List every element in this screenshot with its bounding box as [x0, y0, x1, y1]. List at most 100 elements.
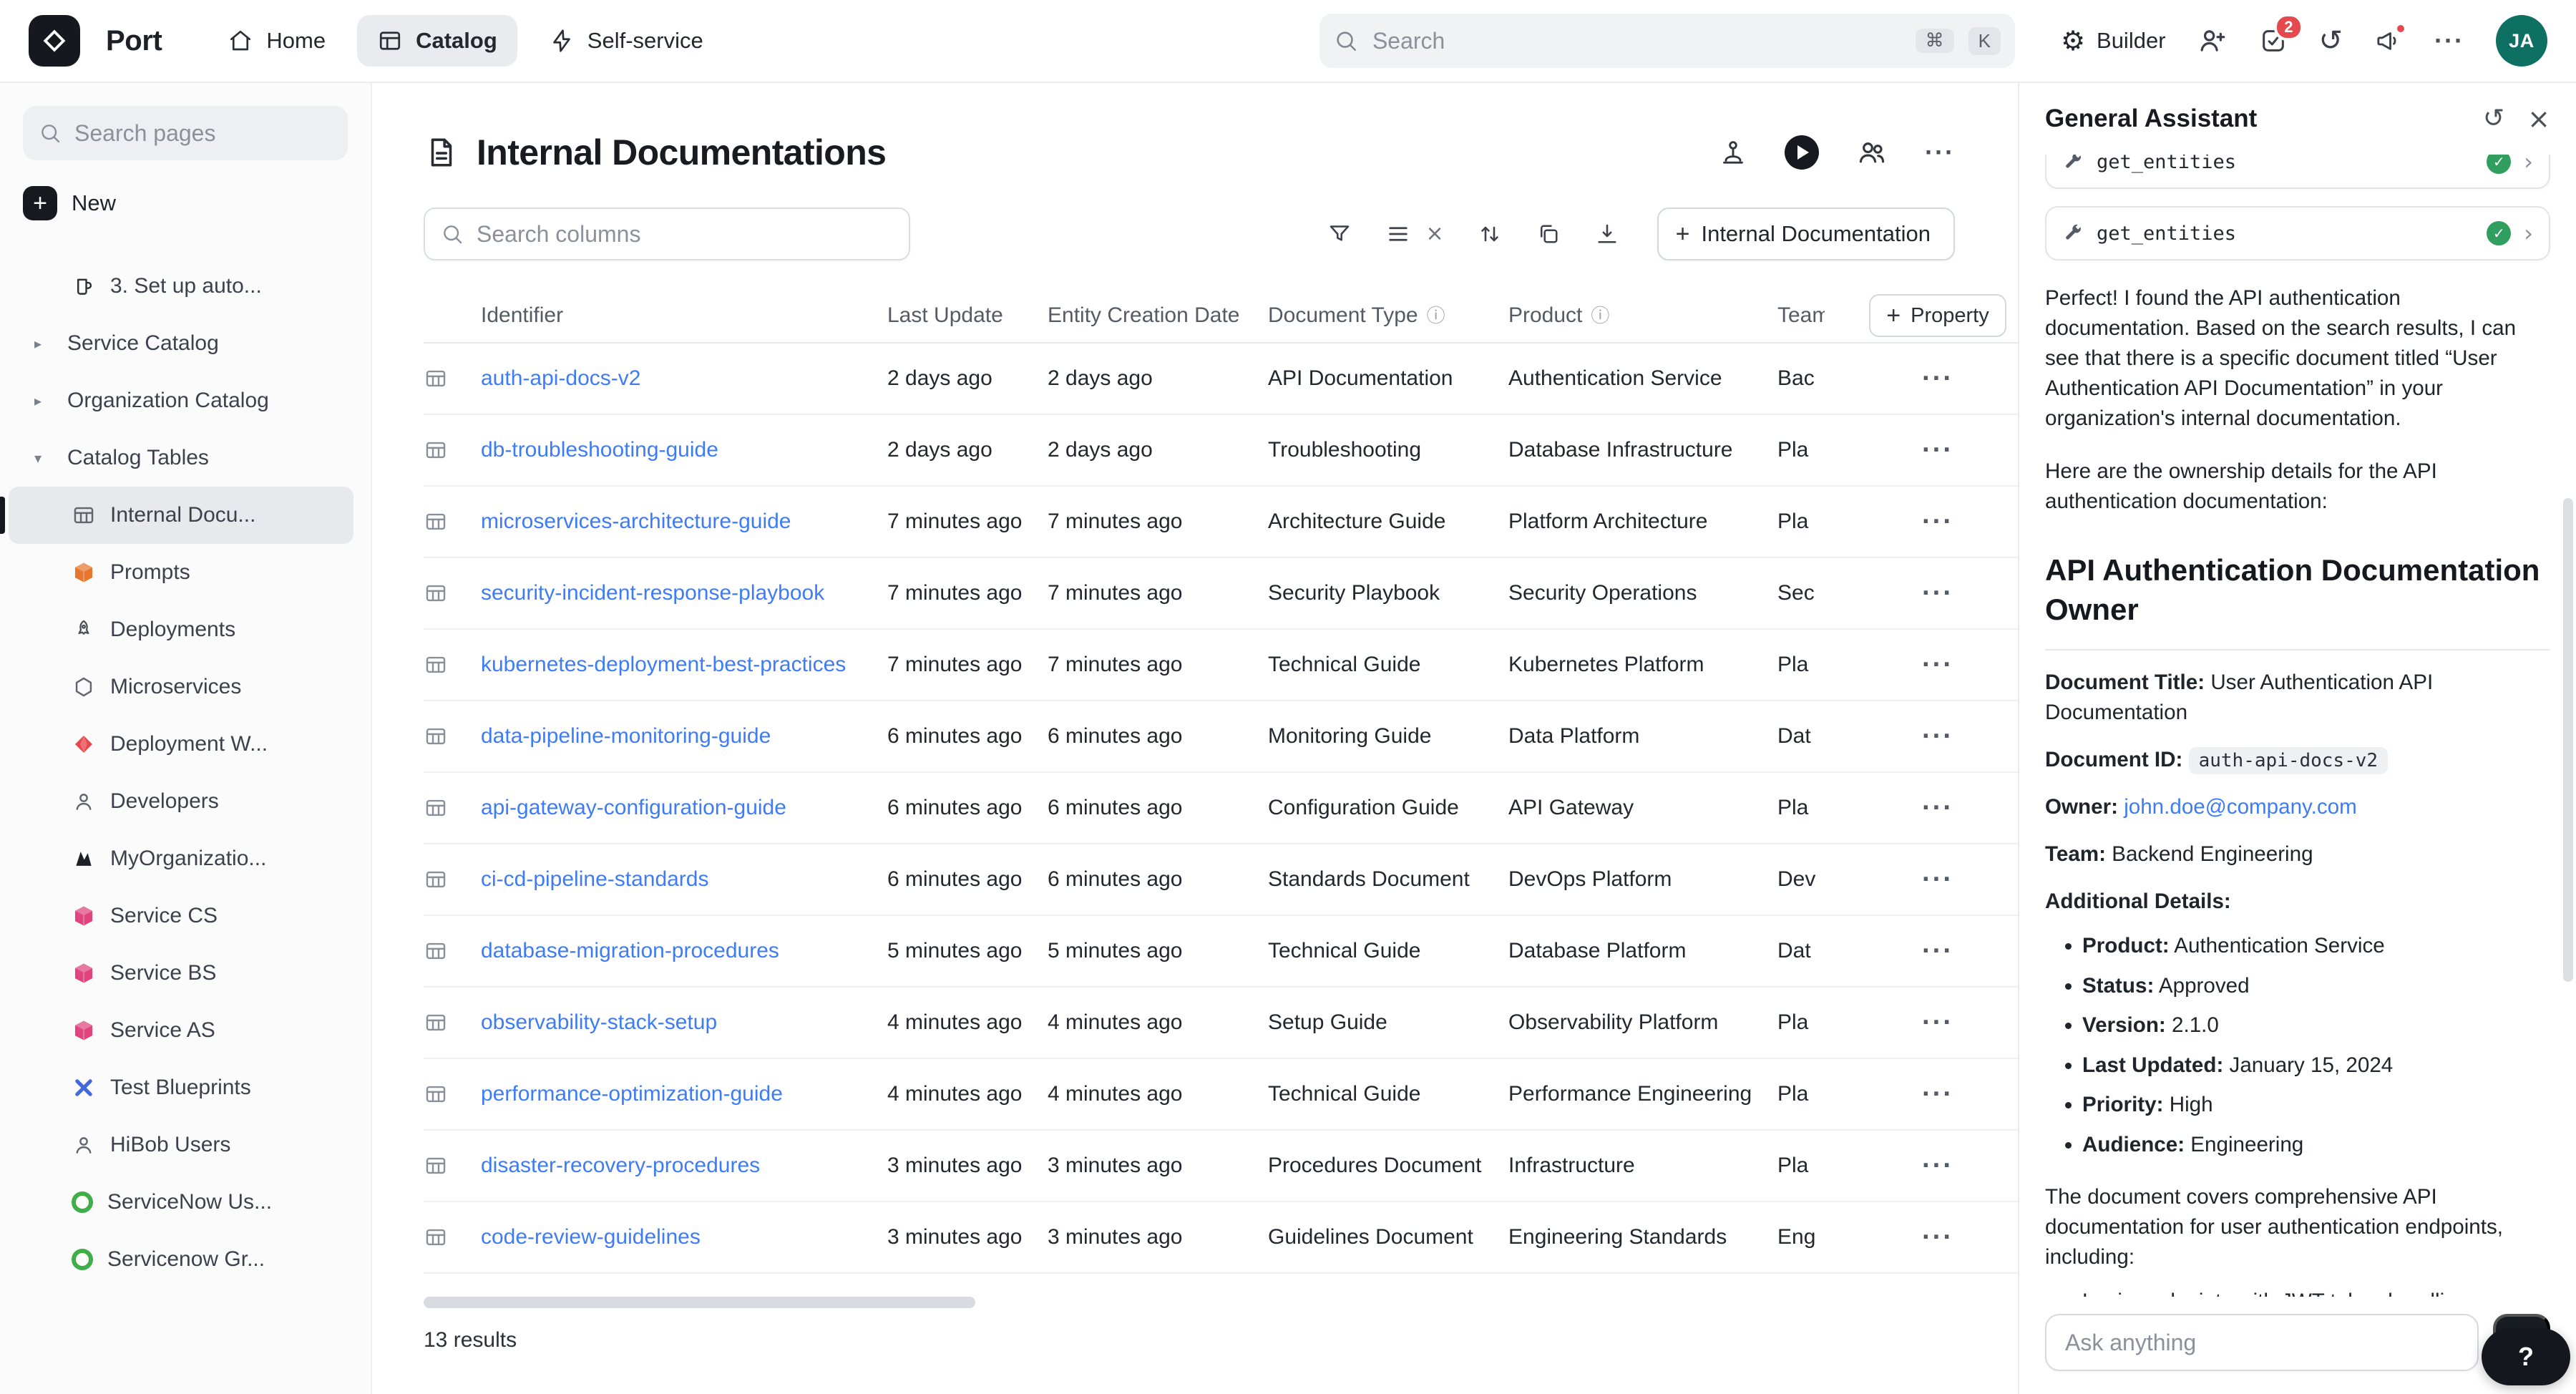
header-product[interactable]: Productⓘ: [1508, 303, 1777, 328]
list-view-icon[interactable]: [1385, 221, 1411, 247]
sidebar-item-developers[interactable]: Developers: [9, 773, 353, 830]
page-more-icon[interactable]: ···: [1925, 140, 1955, 165]
row-actions-button[interactable]: ···: [1922, 1081, 1953, 1108]
table-row[interactable]: data-pipeline-monitoring-guide 6 minutes…: [424, 701, 2018, 773]
sidebar-item-servicenow-users[interactable]: ServiceNow Us...: [9, 1174, 353, 1231]
tab-self-service[interactable]: Self-service: [529, 15, 723, 67]
sidebar-search[interactable]: [23, 106, 348, 160]
sidebar-item-test-blueprints[interactable]: Test Blueprints: [9, 1059, 353, 1116]
sidebar-group-service-catalog[interactable]: ▸ Service Catalog: [9, 315, 353, 372]
row-actions-button[interactable]: ···: [1922, 365, 1953, 392]
table-row[interactable]: performance-optimization-guide 4 minutes…: [424, 1059, 2018, 1131]
create-entity-button[interactable]: + Internal Documentation: [1657, 208, 1955, 260]
row-actions-button[interactable]: ···: [1922, 1152, 1953, 1179]
entity-identifier-link[interactable]: observability-stack-setup: [481, 1010, 717, 1034]
entity-identifier-link[interactable]: database-migration-procedures: [481, 939, 779, 962]
sidebar-group-catalog-tables[interactable]: ▾ Catalog Tables: [9, 429, 353, 487]
entity-identifier-link[interactable]: performance-optimization-guide: [481, 1082, 783, 1106]
sidebar-item-servicenow-groups[interactable]: Servicenow Gr...: [9, 1231, 353, 1288]
entity-identifier-link[interactable]: data-pipeline-monitoring-guide: [481, 724, 771, 748]
header-identifier[interactable]: Identifier: [481, 303, 887, 328]
table-row[interactable]: observability-stack-setup 4 minutes ago …: [424, 988, 2018, 1059]
sidebar-item-hibob-users[interactable]: HiBob Users: [9, 1116, 353, 1174]
ask-anything-input[interactable]: [2065, 1330, 2459, 1356]
tool-call-chip[interactable]: get_entities ✓ ›: [2045, 155, 2550, 189]
port-logo[interactable]: [29, 15, 80, 67]
sidebar-item-service-as[interactable]: Service AS: [9, 1002, 353, 1059]
download-icon[interactable]: [1594, 221, 1620, 247]
tasks-icon[interactable]: 2: [2259, 26, 2288, 55]
global-search-input[interactable]: [1372, 28, 1901, 54]
table-row[interactable]: auth-api-docs-v2 2 days ago 2 days ago A…: [424, 343, 2018, 415]
column-search-input[interactable]: [477, 221, 893, 248]
clear-view-icon[interactable]: ×: [1425, 223, 1443, 245]
header-team[interactable]: Team: [1777, 303, 1825, 328]
entity-identifier-link[interactable]: disaster-recovery-procedures: [481, 1154, 760, 1177]
history-icon[interactable]: ↺: [2319, 26, 2343, 55]
sidebar-item-service-bs[interactable]: Service BS: [9, 945, 353, 1002]
panel-scrollbar-thumb[interactable]: [2563, 498, 2573, 982]
table-row[interactable]: ci-cd-pipeline-standards 6 minutes ago 6…: [424, 844, 2018, 916]
table-row[interactable]: kubernetes-deployment-best-practices 7 m…: [424, 630, 2018, 701]
sidebar-item-myorganization[interactable]: MyOrganizatio...: [9, 830, 353, 887]
sidebar-item-deployments[interactable]: Deployments: [9, 601, 353, 658]
sidebar-item-microservices[interactable]: Microservices: [9, 658, 353, 716]
entity-identifier-link[interactable]: api-gateway-configuration-guide: [481, 796, 786, 819]
reset-icon[interactable]: ↺: [2483, 106, 2504, 132]
row-actions-button[interactable]: ···: [1922, 1009, 1953, 1036]
table-row[interactable]: database-migration-procedures 5 minutes …: [424, 916, 2018, 988]
table-row[interactable]: api-gateway-configuration-guide 6 minute…: [424, 773, 2018, 844]
ask-input-wrap[interactable]: [2045, 1314, 2479, 1371]
entity-identifier-link[interactable]: auth-api-docs-v2: [481, 366, 640, 390]
header-doc-type[interactable]: Document Typeⓘ: [1268, 303, 1508, 328]
sidebar-group-organization-catalog[interactable]: ▸ Organization Catalog: [9, 372, 353, 429]
entity-identifier-link[interactable]: db-troubleshooting-guide: [481, 438, 718, 462]
help-button[interactable]: ?: [2482, 1328, 2570, 1385]
play-button[interactable]: [1785, 135, 1819, 170]
sidebar-item-deployment-w[interactable]: Deployment W...: [9, 716, 353, 773]
user-avatar[interactable]: JA: [2496, 15, 2547, 67]
filter-icon[interactable]: [1327, 221, 1352, 247]
add-property-button[interactable]: + Property: [1869, 294, 2006, 337]
table-row[interactable]: db-troubleshooting-guide 2 days ago 2 da…: [424, 415, 2018, 487]
entity-identifier-link[interactable]: code-review-guidelines: [481, 1225, 701, 1249]
scrollbar-thumb[interactable]: [424, 1297, 975, 1308]
tab-catalog[interactable]: Catalog: [357, 15, 517, 67]
column-search[interactable]: [424, 208, 910, 260]
header-last-update[interactable]: Last Update: [887, 303, 1048, 328]
sidebar-item-internal-documentations[interactable]: Internal Docu...: [9, 487, 353, 544]
owner-email-link[interactable]: john.doe@company.com: [2124, 795, 2357, 819]
table-row[interactable]: disaster-recovery-procedures 3 minutes a…: [424, 1131, 2018, 1202]
copy-icon[interactable]: [1536, 221, 1561, 247]
joystick-icon[interactable]: [1719, 138, 1747, 167]
sort-icon[interactable]: [1477, 221, 1503, 247]
horizontal-scrollbar[interactable]: [424, 1297, 1769, 1308]
row-actions-button[interactable]: ···: [1922, 866, 1953, 893]
invite-users-icon[interactable]: [2197, 26, 2228, 56]
users-icon[interactable]: [1856, 137, 1888, 168]
announcements-icon[interactable]: [2374, 26, 2403, 55]
entity-identifier-link[interactable]: microservices-architecture-guide: [481, 510, 791, 533]
row-actions-button[interactable]: ···: [1922, 723, 1953, 750]
row-actions-button[interactable]: ···: [1922, 580, 1953, 607]
sidebar-item-setup-guide[interactable]: 3. Set up auto...: [9, 258, 353, 315]
tool-call-chip[interactable]: get_entities ✓ ›: [2045, 206, 2550, 260]
sidebar-item-prompts[interactable]: Prompts: [9, 544, 353, 601]
row-actions-button[interactable]: ···: [1922, 508, 1953, 535]
row-actions-button[interactable]: ···: [1922, 437, 1953, 464]
table-row[interactable]: microservices-architecture-guide 7 minut…: [424, 487, 2018, 558]
row-actions-button[interactable]: ···: [1922, 937, 1953, 965]
entity-identifier-link[interactable]: ci-cd-pipeline-standards: [481, 867, 709, 891]
row-actions-button[interactable]: ···: [1922, 794, 1953, 822]
header-created[interactable]: Entity Creation Date: [1048, 303, 1268, 328]
entity-identifier-link[interactable]: security-incident-response-playbook: [481, 581, 824, 605]
table-row[interactable]: security-incident-response-playbook 7 mi…: [424, 558, 2018, 630]
row-actions-button[interactable]: ···: [1922, 651, 1953, 678]
sidebar-search-input[interactable]: [74, 120, 332, 147]
entity-identifier-link[interactable]: kubernetes-deployment-best-practices: [481, 653, 846, 676]
tab-home[interactable]: Home: [208, 15, 346, 67]
row-actions-button[interactable]: ···: [1922, 1224, 1953, 1251]
sidebar-item-service-cs[interactable]: Service CS: [9, 887, 353, 945]
table-row[interactable]: code-review-guidelines 3 minutes ago 3 m…: [424, 1202, 2018, 1274]
more-menu-icon[interactable]: ···: [2434, 28, 2464, 54]
